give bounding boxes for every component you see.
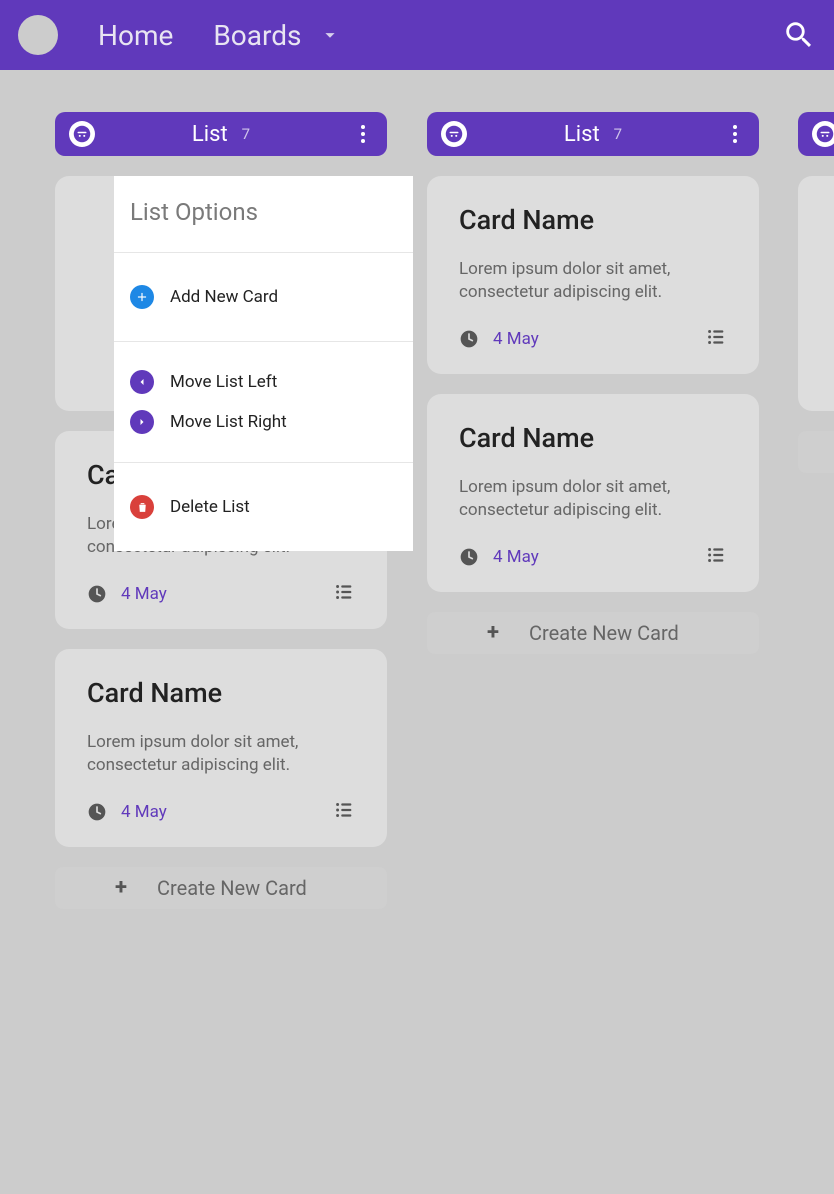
popover-move-right[interactable]: Move List Right — [130, 402, 397, 442]
create-card-label: Create New Card — [529, 621, 679, 645]
card-description: Lorem ipsum dolor sit amet, consectetur … — [459, 258, 727, 304]
clock-icon — [459, 329, 479, 349]
card[interactable]: Card Name Lorem ipsum dolor sit amet, co… — [55, 649, 387, 847]
nav-home[interactable]: Home — [98, 19, 173, 52]
card-footer: 4 May — [459, 544, 727, 570]
plus-icon: + — [115, 875, 127, 900]
list-count: 7 — [614, 125, 622, 143]
card[interactable]: Card Name Lorem ipsum dolor sit amet, co… — [427, 394, 759, 592]
card-title: Card Name — [87, 677, 355, 709]
create-card-label: Create New Card — [157, 876, 307, 900]
avatar[interactable] — [18, 15, 58, 55]
popover-move-right-label: Move List Right — [170, 412, 287, 432]
checklist-icon[interactable] — [333, 581, 355, 607]
list-column: List 7 Card Name Lorem ipsum dolor sit a… — [427, 112, 759, 654]
list-avatar-icon — [812, 121, 834, 147]
add-circle-icon — [130, 285, 154, 309]
popover-add-card[interactable]: Add New Card — [130, 275, 397, 319]
card-footer: 4 May — [87, 799, 355, 825]
list-count: 7 — [242, 125, 250, 143]
chevron-left-icon — [130, 370, 154, 394]
popover-move-left[interactable]: Move List Left — [130, 362, 397, 402]
top-navbar: Home Boards — [0, 0, 834, 70]
trash-icon — [130, 495, 154, 519]
plus-icon: + — [487, 620, 499, 645]
chevron-down-icon — [319, 24, 341, 46]
card-title: Card Name — [459, 204, 727, 236]
list-header — [798, 112, 834, 156]
card-placeholder — [798, 176, 834, 411]
popover-move-left-label: Move List Left — [170, 372, 277, 392]
list-title: List — [564, 122, 600, 147]
list-column-partial — [798, 112, 834, 473]
list-avatar-icon — [69, 121, 95, 147]
create-card-placeholder — [798, 431, 834, 473]
popover-title: List Options — [114, 176, 413, 253]
nav-boards-label: Boards — [213, 19, 301, 52]
list-options-popover: List Options Add New Card Move List Left… — [114, 176, 413, 551]
card-date: 4 May — [493, 329, 539, 349]
card-description: Lorem ipsum dolor sit amet, consectetur … — [87, 731, 355, 777]
chevron-right-icon — [130, 410, 154, 434]
card-title: Card Name — [459, 422, 727, 454]
list-title: List — [192, 122, 228, 147]
list-header: List 7 — [55, 112, 387, 156]
nav-boards[interactable]: Boards — [213, 19, 341, 52]
list-more-icon[interactable] — [725, 125, 745, 143]
clock-icon — [459, 547, 479, 567]
create-card-button[interactable]: + Create New Card — [427, 612, 759, 654]
create-card-button[interactable]: + Create New Card — [55, 867, 387, 909]
card[interactable]: Card Name Lorem ipsum dolor sit amet, co… — [427, 176, 759, 374]
checklist-icon[interactable] — [705, 544, 727, 570]
clock-icon — [87, 802, 107, 822]
popover-delete-label: Delete List — [170, 497, 250, 517]
checklist-icon[interactable] — [705, 326, 727, 352]
popover-delete-list[interactable]: Delete List — [130, 485, 397, 529]
card-date: 4 May — [121, 584, 167, 604]
list-avatar-icon — [441, 121, 467, 147]
popover-add-label: Add New Card — [170, 287, 278, 307]
list-header: List 7 — [427, 112, 759, 156]
card-date: 4 May — [121, 802, 167, 822]
search-icon[interactable] — [782, 18, 816, 52]
card-date: 4 May — [493, 547, 539, 567]
checklist-icon[interactable] — [333, 799, 355, 825]
card-footer: 4 May — [459, 326, 727, 352]
card-footer: 4 May — [87, 581, 355, 607]
list-more-icon[interactable] — [353, 125, 373, 143]
card-description: Lorem ipsum dolor sit amet, consectetur … — [459, 476, 727, 522]
clock-icon — [87, 584, 107, 604]
